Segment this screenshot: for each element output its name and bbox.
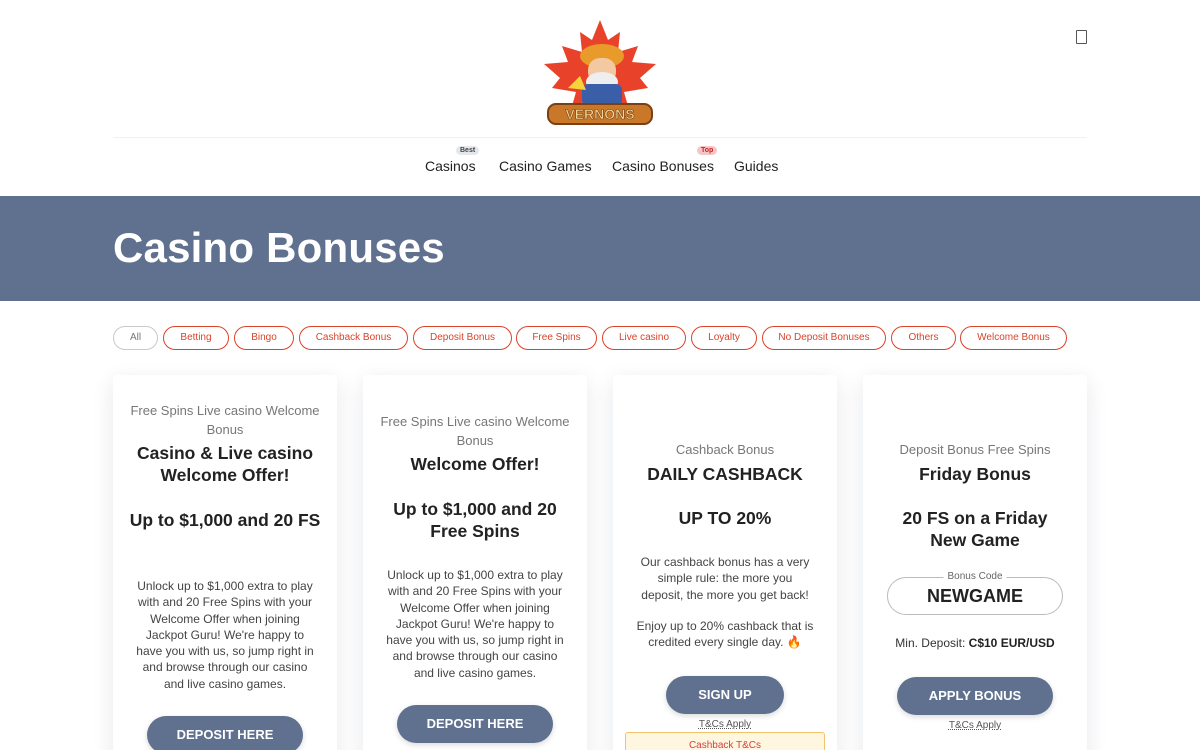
- filter-chips: All Betting Bingo Cashback Bonus Deposit…: [113, 326, 1073, 350]
- card-category: Free Spins Live casino Welcome Bonus: [380, 414, 570, 448]
- filter-chip-cashback-bonus[interactable]: Cashback Bonus: [299, 326, 408, 350]
- filter-chip-all[interactable]: All: [113, 326, 158, 350]
- filter-chip-loyalty[interactable]: Loyalty: [691, 326, 757, 350]
- card-amount: 20 FS on a Friday New Game: [902, 508, 1048, 550]
- logo-wordmark: VERNONS: [565, 106, 634, 122]
- bonus-card: Deposit Bonus Free Spins Friday Bonus 20…: [863, 375, 1087, 750]
- card-title: Friday Bonus: [919, 464, 1031, 484]
- nav-item-casino-bonuses[interactable]: Top Casino Bonuses: [612, 146, 718, 174]
- card-title: Casino & Live casino Welcome Offer!: [136, 443, 314, 485]
- page-banner: Casino Bonuses: [0, 196, 1200, 301]
- card-title: Welcome Offer!: [410, 454, 540, 474]
- deposit-button[interactable]: Deposit Here: [147, 716, 303, 750]
- min-deposit-label: Min. Deposit:: [895, 636, 966, 650]
- vernons-logo[interactable]: VERNONS: [540, 18, 660, 130]
- card-title: DAILY CASHBACK: [647, 464, 803, 484]
- nav-item-label: Casino Bonuses: [612, 158, 714, 174]
- filter-chip-live-casino[interactable]: Live casino: [602, 326, 686, 350]
- cashback-terms-box[interactable]: Cashback T&Cs: [625, 732, 825, 750]
- page-title: Casino Bonuses: [113, 224, 445, 271]
- card-amount: Up to $1,000 and 20 Free Spins: [393, 499, 557, 541]
- nav-item-label: Casino Games: [499, 158, 592, 174]
- card-category: Deposit Bonus Free Spins: [899, 442, 1051, 457]
- bonus-card: Free Spins Live casino Welcome Bonus Cas…: [113, 375, 337, 750]
- bonus-card: Free Spins Live casino Welcome Bonus Wel…: [363, 375, 587, 750]
- card-description: Unlock up to $1,000 extra to play with a…: [136, 579, 314, 691]
- filter-chip-betting[interactable]: Betting: [163, 326, 229, 350]
- sign-up-button[interactable]: Sign Up: [666, 676, 784, 714]
- deposit-button[interactable]: Deposit Here: [397, 705, 553, 743]
- filter-chip-others[interactable]: Others: [891, 326, 956, 350]
- filter-chip-welcome-bonus[interactable]: Welcome Bonus: [960, 326, 1067, 350]
- filter-chip-no-deposit-bonuses[interactable]: No Deposit Bonuses: [762, 326, 886, 350]
- nav-item-casino-games[interactable]: Casino Games: [499, 158, 592, 174]
- bonus-code-field[interactable]: Bonus Code NEWGAME: [887, 571, 1063, 615]
- card-amount: Up to $1,000 and 20 FS: [129, 510, 321, 530]
- card-category: Cashback Bonus: [675, 442, 775, 457]
- nav-badge-top: Top: [697, 146, 718, 155]
- filter-chip-deposit-bonus[interactable]: Deposit Bonus: [413, 326, 512, 350]
- bonus-code-value: NEWGAME: [927, 586, 1023, 606]
- tablet-icon[interactable]: [1076, 30, 1087, 44]
- min-deposit-value: C$10 EUR/USD: [968, 636, 1055, 650]
- filter-chip-bingo[interactable]: Bingo: [234, 326, 294, 350]
- nav-item-guides[interactable]: Guides: [734, 158, 778, 174]
- card-category: Free Spins Live casino Welcome Bonus: [130, 403, 320, 437]
- min-deposit: Min. Deposit: C$10 EUR/USD: [863, 636, 1087, 650]
- nav-item-casinos[interactable]: Best Casinos: [425, 146, 480, 174]
- nav-item-label: Guides: [734, 158, 779, 174]
- tcs-link[interactable]: T&Cs Apply: [863, 720, 1087, 731]
- filter-chip-free-spins[interactable]: Free Spins: [516, 326, 597, 350]
- bonus-card: Cashback Bonus DAILY CASHBACK UP TO 20% …: [613, 375, 837, 750]
- nav-item-label: Casinos: [425, 158, 476, 174]
- main-nav: Best Casinos Casino Games Top Casino Bon…: [0, 146, 1200, 188]
- bonus-code-label: Bonus Code: [943, 571, 1007, 582]
- site-header: VERNONS Best Casinos Casino Games Top Ca…: [0, 0, 1200, 196]
- nav-badge-best: Best: [456, 146, 480, 155]
- apply-bonus-button[interactable]: Apply Bonus: [897, 677, 1053, 715]
- divider: [113, 137, 1087, 138]
- card-description-secondary: Enjoy up to 20% cashback that is credite…: [636, 619, 814, 650]
- card-description: Unlock up to $1,000 extra to play with a…: [386, 568, 564, 680]
- card-description: Our cashback bonus has a very simple rul…: [640, 555, 810, 602]
- tcs-link[interactable]: T&Cs Apply: [613, 719, 837, 730]
- card-amount: UP TO 20%: [678, 508, 772, 528]
